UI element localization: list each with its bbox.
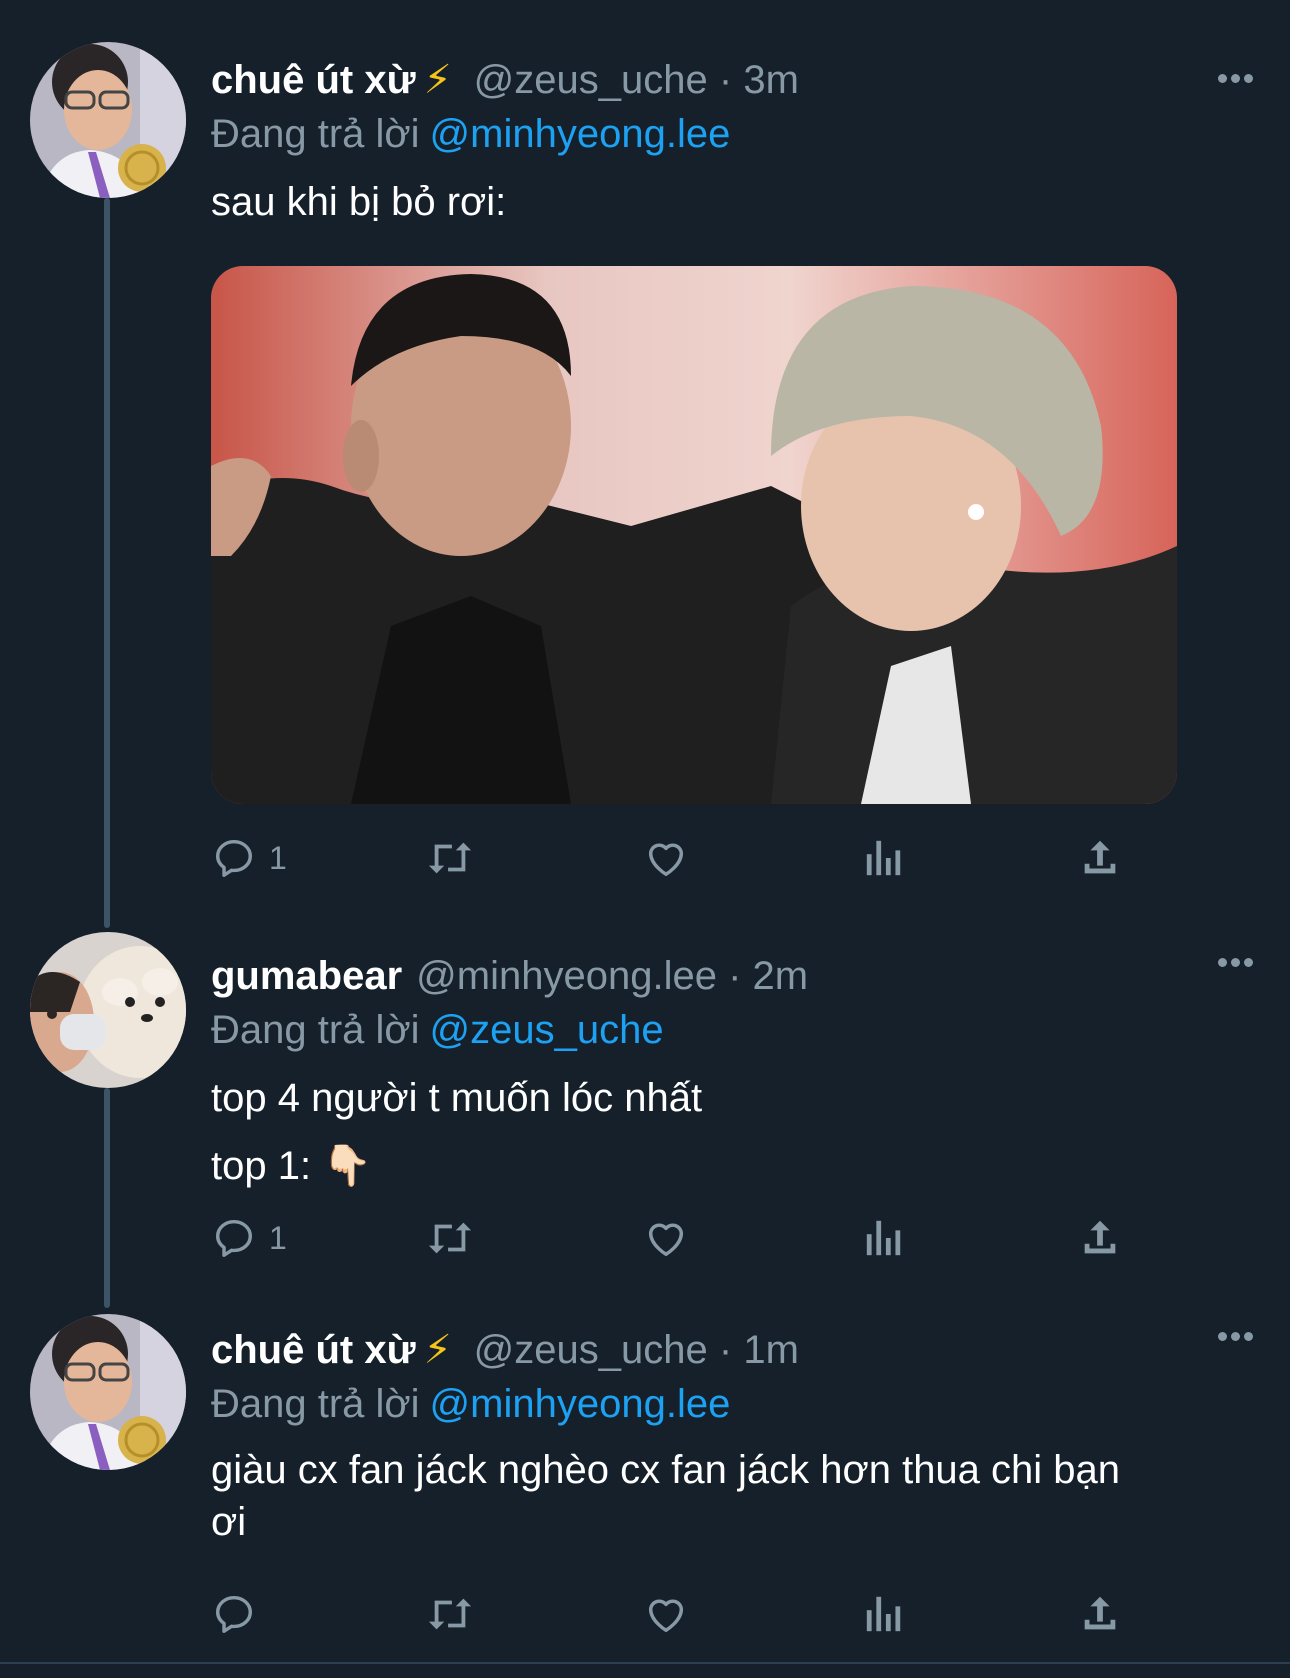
timestamp[interactable]: 1m <box>743 1328 799 1372</box>
avatar[interactable] <box>30 1314 186 1470</box>
separator-dot: · <box>718 1328 733 1372</box>
user-handle[interactable]: @minhyeong.lee <box>416 954 717 998</box>
reply-prefix: Đang trả lời <box>211 1382 420 1426</box>
tweet[interactable]: chuê út xừ ⚡ @zeus_uche · 3m Đang trả lời @… <box>0 0 1290 910</box>
analytics-button[interactable] <box>863 830 905 886</box>
tweet-media-image[interactable] <box>211 266 1177 804</box>
reply-count: 1 <box>269 1219 287 1256</box>
more-options-icon[interactable] <box>1218 70 1258 84</box>
timestamp[interactable]: 2m <box>753 954 809 998</box>
like-icon <box>648 1599 684 1633</box>
reply-prefix: Đang trả lời <box>211 112 420 156</box>
like-icon <box>648 843 684 877</box>
display-name[interactable]: chuê út xừ <box>211 1328 416 1372</box>
display-name[interactable]: chuê út xừ <box>211 58 416 102</box>
mention-link[interactable]: @zeus_uche <box>430 1008 664 1052</box>
reply-icon <box>215 1219 253 1257</box>
separator-dot: · <box>718 58 733 102</box>
avatar[interactable] <box>30 42 186 198</box>
share-button[interactable] <box>1077 1210 1123 1266</box>
user-handle[interactable]: @zeus_uche <box>474 58 708 102</box>
analytics-icon <box>866 1220 901 1256</box>
tweet[interactable]: gumabear @minhyeong.lee · 2m Đang trả lời… <box>0 910 1290 1270</box>
tweet-text-line: giàu cx fan jáck nghèo cx fan jáck hơn t… <box>211 1448 1121 1492</box>
like-button[interactable] <box>643 1586 689 1642</box>
divider <box>0 1662 1290 1664</box>
like-button[interactable] <box>643 830 689 886</box>
reply-icon <box>215 1595 253 1633</box>
retweet-button[interactable] <box>424 1586 476 1642</box>
retweet-icon <box>428 1598 472 1630</box>
share-icon <box>1084 840 1116 874</box>
reply-context: Đang trả lời @minhyeong.lee <box>211 1380 1210 1428</box>
reply-context: Đang trả lời @zeus_uche <box>211 1006 1210 1054</box>
like-icon <box>648 1223 684 1257</box>
user-handle[interactable]: @zeus_uche <box>474 1328 708 1372</box>
separator-dot: · <box>728 954 742 998</box>
analytics-button[interactable] <box>863 1210 905 1266</box>
reply-button[interactable]: 1 <box>211 1210 287 1266</box>
tweet-text: giàu cx fan jáck nghèo cx fan jáck hơn t… <box>211 1444 1210 1548</box>
tweet[interactable]: chuê út xừ ⚡ @zeus_uche · 1m Đang trả lời @… <box>0 1290 1290 1662</box>
reply-icon <box>215 839 253 877</box>
reply-count: 1 <box>269 839 287 876</box>
share-button[interactable] <box>1077 830 1123 886</box>
tweet-text: sau khi bị bỏ rơi: <box>211 176 1210 228</box>
mention-link[interactable]: @minhyeong.lee <box>430 1382 731 1426</box>
retweet-icon <box>428 842 472 874</box>
share-icon <box>1084 1596 1116 1630</box>
lightning-icon: ⚡ <box>423 58 452 102</box>
retweet-button[interactable] <box>424 830 476 886</box>
reply-context: Đang trả lời @minhyeong.lee <box>211 110 1210 158</box>
analytics-button[interactable] <box>863 1586 905 1642</box>
analytics-icon <box>866 1596 901 1632</box>
avatar[interactable] <box>30 932 186 1088</box>
tweet-text-line: sau khi bị bỏ rơi: <box>211 180 507 224</box>
display-name[interactable]: gumabear <box>211 954 402 998</box>
reply-button[interactable] <box>211 1586 257 1642</box>
like-button[interactable] <box>643 1210 689 1266</box>
more-options-icon[interactable] <box>1218 954 1258 968</box>
tweet-text-line: ơi <box>211 1500 247 1544</box>
tweet-text-line: top 1: 👇🏻 <box>211 1144 372 1188</box>
analytics-icon <box>866 840 901 876</box>
more-options-icon[interactable] <box>1218 1328 1258 1342</box>
retweet-icon <box>428 1222 472 1254</box>
tweet-text-line: top 4 người t muốn lóc nhất <box>211 1076 703 1120</box>
reply-button[interactable]: 1 <box>211 830 287 886</box>
tweet-actions <box>211 1586 1141 1642</box>
reply-prefix: Đang trả lời <box>211 1008 420 1052</box>
timestamp[interactable]: 3m <box>743 58 799 102</box>
tweet-text: top 4 người t muốn lóc nhất top 1: 👇🏻 <box>211 1072 1210 1192</box>
share-icon <box>1084 1220 1116 1254</box>
lightning-icon: ⚡ <box>423 1328 452 1372</box>
mention-link[interactable]: @minhyeong.lee <box>430 112 731 156</box>
retweet-button[interactable] <box>424 1210 476 1266</box>
tweet-actions: 1 <box>211 830 1141 886</box>
tweet-actions: 1 <box>211 1210 1141 1266</box>
share-button[interactable] <box>1077 1586 1123 1642</box>
